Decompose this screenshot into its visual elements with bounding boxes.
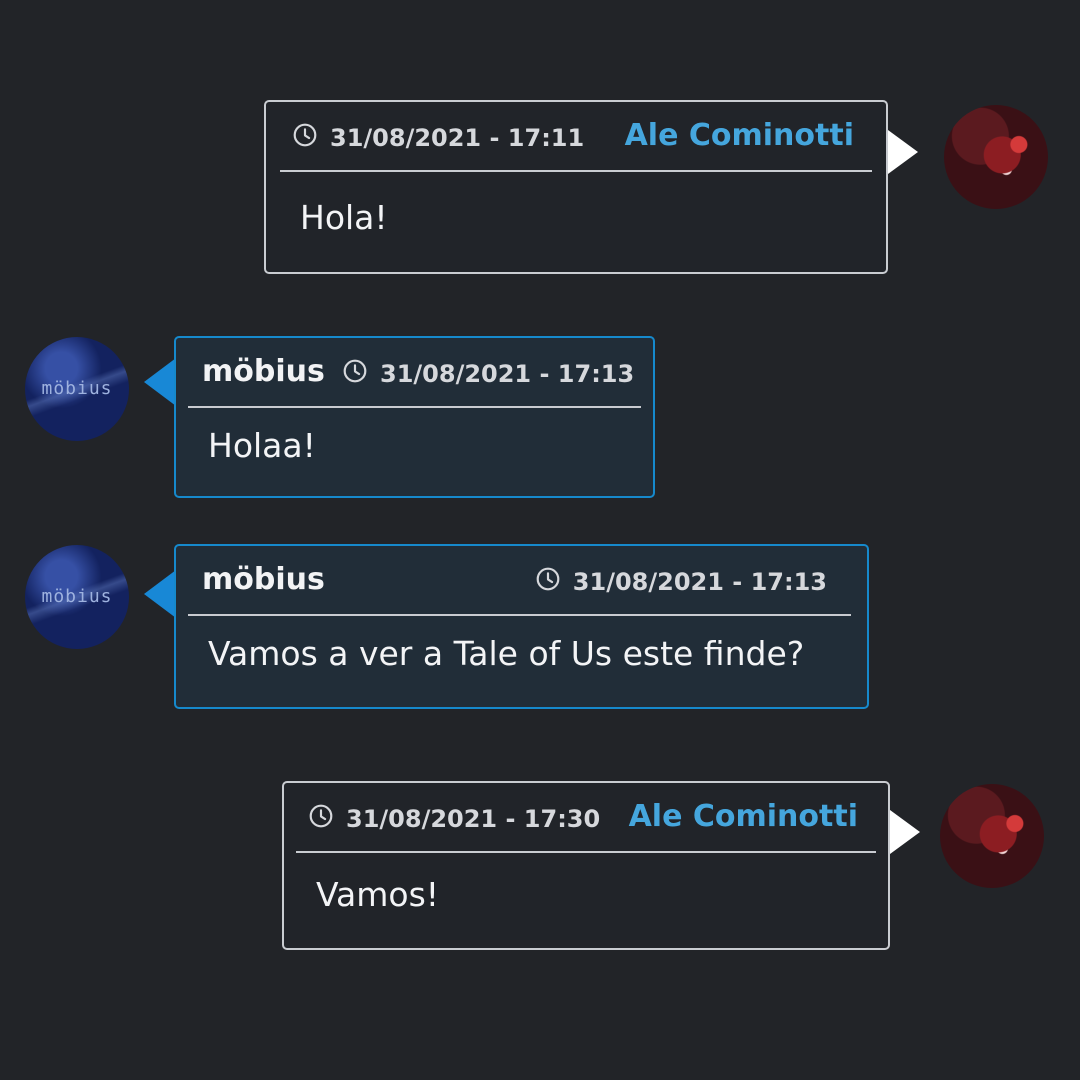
avatar-text: möbius bbox=[41, 586, 113, 607]
message-header: möbius 31/08/2021 - 17:13 bbox=[188, 338, 641, 408]
incoming-message-tail bbox=[144, 358, 176, 406]
message-text: Hola! bbox=[300, 198, 388, 237]
message-header: möbius 31/08/2021 - 17:13 bbox=[188, 546, 851, 616]
sender-name[interactable]: Ale Cominotti bbox=[629, 799, 858, 834]
message-bubble-incoming: möbius 31/08/2021 - 17:13 Holaa! bbox=[174, 336, 655, 498]
chat-thread: 31/08/2021 - 17:11 Ale Cominotti Hola! m… bbox=[0, 0, 1080, 1080]
clock-icon bbox=[342, 358, 380, 390]
message-timestamp: 31/08/2021 - 17:30 bbox=[308, 803, 600, 835]
outgoing-message-tail bbox=[888, 130, 918, 174]
timestamp-text: 31/08/2021 - 17:13 bbox=[572, 568, 827, 596]
message-bubble-outgoing: 31/08/2021 - 17:30 Ale Cominotti Vamos! bbox=[282, 781, 890, 950]
contact-avatar[interactable]: möbius bbox=[25, 337, 129, 441]
user-avatar[interactable] bbox=[944, 105, 1048, 209]
timestamp-text: 31/08/2021 - 17:13 bbox=[380, 360, 635, 388]
sender-name[interactable]: möbius bbox=[202, 354, 325, 389]
message-text: Vamos a ver a Tale of Us este finde? bbox=[208, 634, 805, 673]
message-text: Holaa! bbox=[208, 426, 316, 465]
outgoing-message-tail bbox=[890, 810, 920, 854]
clock-icon bbox=[292, 122, 330, 154]
message-text: Vamos! bbox=[316, 875, 439, 914]
timestamp-text: 31/08/2021 - 17:30 bbox=[346, 805, 601, 833]
message-timestamp: 31/08/2021 - 17:13 bbox=[535, 566, 827, 598]
timestamp-text: 31/08/2021 - 17:11 bbox=[330, 124, 585, 152]
sender-name[interactable]: Ale Cominotti bbox=[625, 118, 854, 153]
message-timestamp: 31/08/2021 - 17:11 bbox=[292, 122, 584, 154]
sender-name[interactable]: möbius bbox=[202, 562, 325, 597]
message-timestamp: 31/08/2021 - 17:13 bbox=[342, 358, 634, 390]
message-header: 31/08/2021 - 17:30 Ale Cominotti bbox=[296, 783, 876, 853]
avatar-text: möbius bbox=[41, 378, 113, 399]
message-header: 31/08/2021 - 17:11 Ale Cominotti bbox=[280, 102, 872, 172]
contact-avatar[interactable]: möbius bbox=[25, 545, 129, 649]
incoming-message-tail bbox=[144, 570, 176, 618]
message-bubble-incoming: möbius 31/08/2021 - 17:13 Vamos a ver a … bbox=[174, 544, 869, 709]
user-avatar[interactable] bbox=[940, 784, 1044, 888]
message-bubble-outgoing: 31/08/2021 - 17:11 Ale Cominotti Hola! bbox=[264, 100, 888, 274]
clock-icon bbox=[308, 803, 346, 835]
clock-icon bbox=[535, 566, 573, 598]
